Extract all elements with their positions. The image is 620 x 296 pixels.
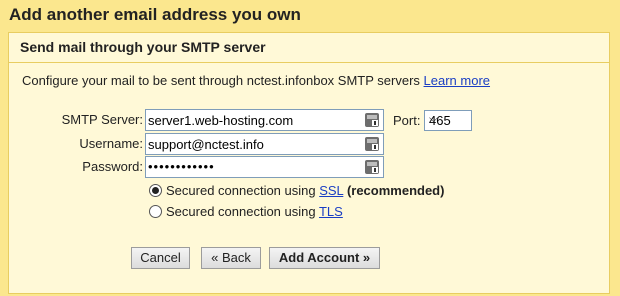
password-field[interactable] <box>145 156 384 178</box>
tls-option[interactable]: Secured connection using TLS <box>149 204 343 219</box>
port-label: Port: <box>393 113 421 128</box>
description-text: Configure your mail to be sent through n… <box>22 73 420 88</box>
password-input[interactable] <box>148 158 358 174</box>
password-label: Password: <box>82 159 143 174</box>
ssl-recommended: (recommended) <box>346 183 445 198</box>
tls-link[interactable]: TLS <box>319 204 343 219</box>
learn-more-link[interactable]: Learn more <box>424 73 490 88</box>
smtp-server-input[interactable] <box>148 112 358 128</box>
description: Configure your mail to be sent through n… <box>22 73 490 88</box>
smtp-panel: Send mail through your SMTP server Confi… <box>8 32 610 294</box>
tls-prefix: Secured connection using <box>166 204 319 219</box>
password-manager-key-icon[interactable] <box>365 113 379 127</box>
username-input[interactable] <box>148 136 358 152</box>
password-manager-key-icon[interactable] <box>365 160 379 174</box>
radio-checked-icon[interactable] <box>149 184 162 197</box>
back-button[interactable]: « Back <box>201 247 261 269</box>
divider <box>9 62 609 63</box>
section-heading: Send mail through your SMTP server <box>20 39 266 55</box>
username-field[interactable] <box>145 133 384 155</box>
port-select[interactable]: 465 ⌵ <box>424 110 472 131</box>
ssl-link[interactable]: SSL <box>319 183 343 198</box>
add-account-button[interactable]: Add Account » <box>269 247 380 269</box>
smtp-server-label: SMTP Server: <box>61 112 143 127</box>
dialog-title: Add another email address you own <box>9 5 301 24</box>
chevron-down-icon: ⌵ <box>429 111 439 125</box>
cancel-button[interactable]: Cancel <box>131 247 190 269</box>
radio-unchecked-icon[interactable] <box>149 205 162 218</box>
ssl-option[interactable]: Secured connection using SSL (recommende… <box>149 183 444 198</box>
smtp-server-field[interactable] <box>145 109 384 131</box>
username-label: Username: <box>79 136 143 151</box>
ssl-prefix: Secured connection using <box>166 183 320 198</box>
password-manager-key-icon[interactable] <box>365 137 379 151</box>
